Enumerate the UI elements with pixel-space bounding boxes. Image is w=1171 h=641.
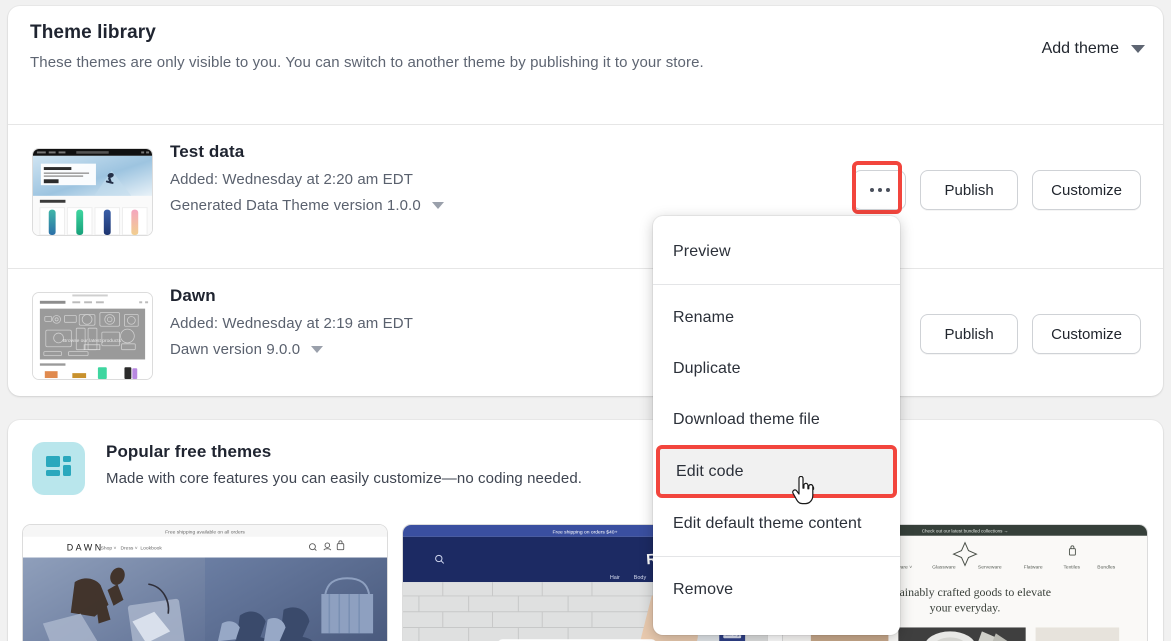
- popular-theme-card-dawn[interactable]: Free shipping available on all orders DA…: [22, 524, 388, 641]
- theme-blocks-icon: [32, 442, 85, 495]
- svg-text:your everyday.: your everyday.: [930, 601, 1001, 615]
- theme-version-label: Generated Data Theme version 1.0.0: [170, 197, 421, 214]
- theme-info: Test data Added: Wednesday at 2:20 am ED…: [170, 142, 444, 214]
- theme-added-date: Added: Wednesday at 2:20 am EDT: [170, 171, 444, 188]
- ellipsis-icon: [870, 188, 890, 192]
- svg-text:Browse our latest products: Browse our latest products: [63, 338, 122, 344]
- svg-text:Glassware: Glassware: [932, 564, 956, 570]
- divider: [8, 268, 1163, 269]
- popular-header: Popular free themes Made with core featu…: [32, 442, 582, 495]
- popular-theme-grid: Free shipping available on all orders DA…: [22, 524, 1148, 641]
- customize-button[interactable]: Customize: [1032, 314, 1141, 354]
- customize-button[interactable]: Customize: [1032, 170, 1141, 210]
- svg-text:Sustainably crafted goods to e: Sustainably crafted goods to elevate: [879, 585, 1051, 599]
- theme-info: Dawn Added: Wednesday at 2:19 am EDT Daw…: [170, 286, 413, 358]
- menu-item-download-theme-file[interactable]: Download theme file: [653, 394, 900, 445]
- menu-item-duplicate[interactable]: Duplicate: [653, 343, 900, 394]
- svg-text:Dress ˅: Dress ˅: [120, 546, 137, 552]
- divider: [8, 124, 1163, 125]
- menu-item-edit-default-theme-content[interactable]: Edit default theme content: [653, 498, 900, 549]
- menu-separator: [653, 284, 900, 285]
- menu-item-preview[interactable]: Preview: [653, 226, 900, 277]
- theme-actions: Publish Customize: [853, 170, 1141, 210]
- library-header: Theme library These themes are only visi…: [8, 6, 1163, 85]
- svg-text:Textiles: Textiles: [1063, 564, 1080, 570]
- svg-text:Lookbook: Lookbook: [140, 546, 162, 552]
- theme-thumbnail-dawn[interactable]: Browse our latest products: [32, 292, 153, 380]
- theme-row: Test data Added: Wednesday at 2:20 am ED…: [8, 130, 1163, 258]
- menu-separator: [653, 556, 900, 557]
- chevron-down-icon: [1131, 45, 1145, 53]
- popular-description: Made with core features you can easily c…: [106, 470, 582, 487]
- theme-thumbnail-test-data[interactable]: [32, 148, 153, 236]
- theme-version-selector[interactable]: Dawn version 9.0.0: [170, 341, 413, 358]
- popular-title: Popular free themes: [106, 442, 582, 462]
- publish-button[interactable]: Publish: [920, 314, 1018, 354]
- theme-actions-menu: Preview Rename Duplicate Download theme …: [653, 216, 900, 635]
- svg-text:Check out our latest bundled c: Check out our latest bundled collections…: [922, 529, 1009, 534]
- add-theme-label: Add theme: [1042, 40, 1119, 58]
- svg-text:Bundles: Bundles: [1097, 564, 1115, 570]
- svg-text:Hair: Hair: [610, 575, 620, 581]
- svg-text:DAWN: DAWN: [67, 543, 104, 553]
- library-subtitle: These themes are only visible to you. Yo…: [30, 54, 1143, 71]
- theme-library-card: Theme library These themes are only visi…: [8, 6, 1163, 396]
- menu-item-rename[interactable]: Rename: [653, 292, 900, 343]
- theme-row: Browse our latest products Dawn Added: W…: [8, 274, 1163, 402]
- svg-text:Flatware: Flatware: [1024, 564, 1043, 570]
- more-actions-button[interactable]: [853, 170, 906, 210]
- theme-library-page: Theme library These themes are only visi…: [0, 0, 1171, 641]
- menu-item-remove[interactable]: Remove: [653, 564, 900, 615]
- svg-text:Free shipping on orders $40+: Free shipping on orders $40+: [553, 529, 618, 535]
- svg-text:Shop ˅: Shop ˅: [101, 546, 117, 552]
- popular-free-themes-card: Popular free themes Made with core featu…: [8, 420, 1163, 641]
- publish-button[interactable]: Publish: [920, 170, 1018, 210]
- theme-actions: Publish Customize: [920, 314, 1141, 354]
- chevron-down-icon: [311, 346, 323, 353]
- svg-text:Free shipping available on all: Free shipping available on all orders: [165, 529, 245, 535]
- theme-name: Dawn: [170, 286, 413, 306]
- svg-text:Serveware: Serveware: [978, 564, 1002, 570]
- theme-version-selector[interactable]: Generated Data Theme version 1.0.0: [170, 197, 444, 214]
- svg-text:Body: Body: [634, 575, 647, 581]
- theme-added-date: Added: Wednesday at 2:19 am EDT: [170, 315, 413, 332]
- theme-version-label: Dawn version 9.0.0: [170, 341, 300, 358]
- page-title: Theme library: [30, 22, 1143, 44]
- add-theme-button[interactable]: Add theme: [1042, 40, 1145, 58]
- theme-name: Test data: [170, 142, 444, 162]
- menu-item-edit-code[interactable]: Edit code: [656, 445, 897, 498]
- chevron-down-icon: [432, 202, 444, 209]
